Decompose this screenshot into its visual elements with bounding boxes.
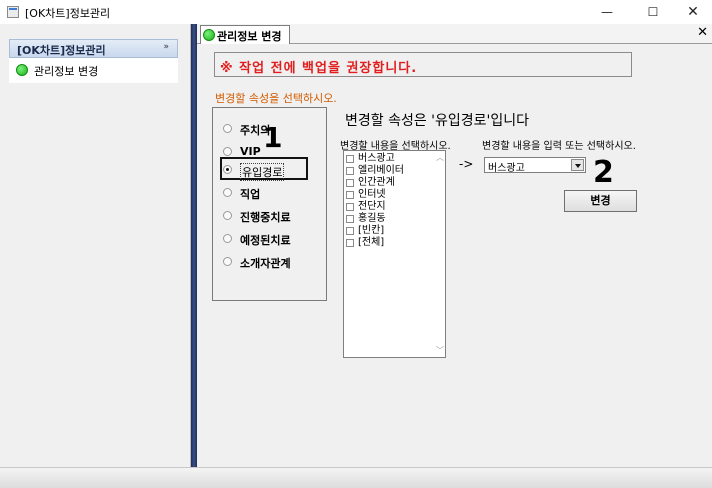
scroll-down-icon[interactable]: ﹀ bbox=[436, 345, 444, 356]
checkbox-icon[interactable] bbox=[346, 155, 354, 163]
step-2-annotation: 2 bbox=[593, 155, 614, 190]
warning-text: ※ 작업 전에 백업을 권장합니다. bbox=[220, 61, 418, 76]
collapse-icon[interactable]: » bbox=[163, 42, 169, 52]
list-item[interactable]: 홍길동 bbox=[346, 213, 436, 225]
checkbox-icon[interactable] bbox=[346, 203, 354, 211]
list-item[interactable]: 엘리베이터 bbox=[346, 165, 436, 177]
list-item[interactable]: 전단지 bbox=[346, 201, 436, 213]
radio-label: 직업 bbox=[240, 188, 261, 201]
radio-label: 소개자관계 bbox=[240, 257, 291, 270]
window-title: [OK차트]정보관리 bbox=[25, 7, 111, 20]
checkbox-icon[interactable] bbox=[346, 227, 354, 235]
radio-label: 진행중치료 bbox=[240, 211, 291, 224]
sidebar-item-manage-info[interactable]: 관리정보 변경 bbox=[9, 59, 178, 81]
list-item-label: 홍길동 bbox=[358, 213, 386, 224]
tab-manage-info[interactable]: 관리정보 변경 bbox=[200, 25, 290, 44]
maximize-button[interactable]: ☐ bbox=[636, 0, 670, 24]
checkbox-icon[interactable] bbox=[346, 215, 354, 223]
scroll-up-icon[interactable]: ︿ bbox=[436, 152, 444, 163]
green-dot-icon bbox=[203, 29, 215, 41]
list-item-label: 버스광고 bbox=[358, 153, 395, 164]
list-item-label: 전단지 bbox=[358, 201, 386, 212]
close-window-button[interactable]: ✕ bbox=[676, 0, 710, 24]
tab-strip: 관리정보 변경 ✕ bbox=[197, 24, 712, 44]
sidebar-header-label: [OK차트]정보관리 bbox=[17, 44, 106, 57]
radio-label: 유입경로 bbox=[240, 163, 285, 181]
checkbox-icon[interactable] bbox=[346, 179, 354, 187]
radio-occupation[interactable]: 직업 bbox=[223, 184, 323, 202]
checkbox-icon[interactable] bbox=[346, 191, 354, 199]
radio-button-checked-icon bbox=[223, 165, 232, 174]
green-dot-icon bbox=[16, 64, 28, 76]
tab-label: 관리정보 변경 bbox=[217, 30, 282, 43]
sidebar: [OK차트]정보관리 » 관리정보 변경 bbox=[0, 24, 191, 467]
app-icon bbox=[7, 6, 19, 18]
checkbox-icon[interactable] bbox=[346, 167, 354, 175]
combobox-value: 버스광고 bbox=[488, 163, 525, 174]
close-tab-icon[interactable]: ✕ bbox=[697, 25, 708, 40]
value-combobox[interactable]: 버스광고 bbox=[484, 157, 586, 174]
list-item[interactable]: 버스광고 bbox=[346, 153, 436, 165]
arrow-label: -> bbox=[459, 157, 474, 171]
radio-inflow-path[interactable]: 유입경로 bbox=[223, 161, 323, 181]
radio-button-icon bbox=[223, 234, 232, 243]
radio-button-icon bbox=[223, 124, 232, 133]
minimize-button[interactable]: — bbox=[590, 0, 624, 24]
checkbox-icon[interactable] bbox=[346, 239, 354, 247]
sidebar-panel: [OK차트]정보관리 » 관리정보 변경 bbox=[9, 39, 178, 83]
list-item-label: [빈칸] bbox=[358, 225, 385, 236]
radio-referrer-relation[interactable]: 소개자관계 bbox=[223, 253, 323, 271]
input-select-label: 변경할 내용을 입력 또는 선택하시오. bbox=[482, 141, 636, 152]
list-item-label: 인터넷 bbox=[358, 189, 386, 200]
radio-button-icon bbox=[223, 147, 232, 156]
radio-button-icon bbox=[223, 188, 232, 197]
step-1-annotation: 1 bbox=[263, 121, 283, 154]
radio-button-icon bbox=[223, 257, 232, 266]
radio-button-icon bbox=[223, 211, 232, 220]
list-item[interactable]: 인터넷 bbox=[346, 189, 436, 201]
radio-ongoing-treatment[interactable]: 진행중치료 bbox=[223, 207, 323, 225]
warning-box: ※ 작업 전에 백업을 권장합니다. bbox=[214, 52, 632, 77]
change-button[interactable]: 변경 bbox=[564, 190, 637, 212]
value-checklist[interactable]: ︿ 버스광고 엘리베이터 인간관계 인터넷 전단지 홍길동 [빈칸] [전체] … bbox=[343, 150, 446, 358]
list-item-label: 엘리베이터 bbox=[358, 165, 404, 176]
title-bar: [OK차트]정보관리 — ☐ ✕ bbox=[0, 0, 712, 24]
list-item[interactable]: [빈칸] bbox=[346, 225, 436, 237]
selected-attribute-heading: 변경할 속성은 '유입경로'입니다 bbox=[345, 113, 530, 129]
list-item[interactable]: [전체] bbox=[346, 237, 436, 249]
select-attribute-prompt: 변경할 속성을 선택하시오. bbox=[215, 92, 337, 105]
list-item[interactable]: 인간관계 bbox=[346, 177, 436, 189]
status-bar bbox=[0, 467, 712, 488]
radio-scheduled-treatment[interactable]: 예정된치료 bbox=[223, 230, 323, 248]
sidebar-item-label: 관리정보 변경 bbox=[34, 65, 99, 78]
main-content: ※ 작업 전에 백업을 권장합니다. 변경할 속성을 선택하시오. 주치의 VI… bbox=[197, 44, 712, 467]
list-item-label: [전체] bbox=[358, 237, 385, 248]
radio-label: 예정된치료 bbox=[240, 234, 291, 247]
dropdown-arrow-icon[interactable] bbox=[571, 159, 584, 171]
sidebar-header[interactable]: [OK차트]정보관리 » bbox=[9, 39, 178, 58]
list-item-label: 인간관계 bbox=[358, 177, 395, 188]
